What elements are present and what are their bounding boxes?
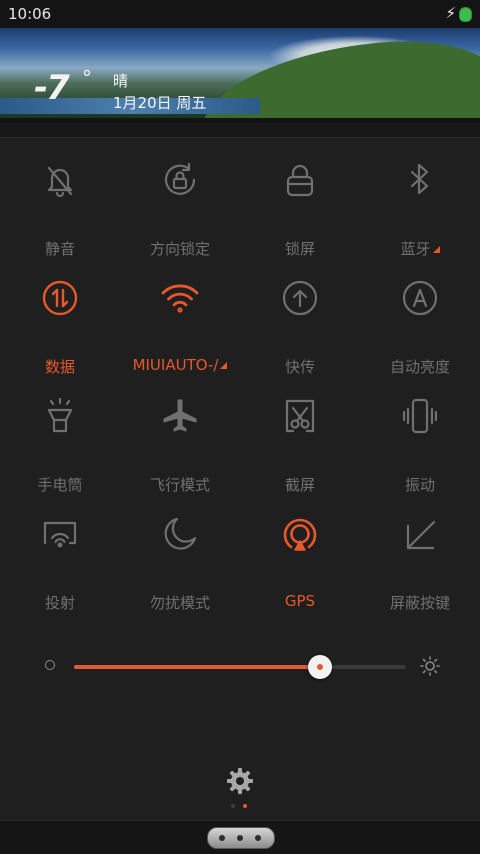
block-keys-icon xyxy=(400,514,440,554)
toggle-label: 静音 xyxy=(44,240,75,258)
toggle-do-not-disturb[interactable]: 勿扰模式 xyxy=(120,514,240,632)
toggle-block-keys[interactable]: 屏蔽按键 xyxy=(360,514,480,632)
toggle-label: 快传 xyxy=(284,358,315,376)
wifi-icon xyxy=(160,278,200,318)
toggle-label: GPS xyxy=(284,592,316,610)
toggle-label: 蓝牙 xyxy=(360,238,480,259)
toggle-screenshot[interactable]: 截屏 xyxy=(240,396,360,514)
handle-dot xyxy=(219,835,225,841)
toggle-label: 振动 xyxy=(404,476,435,494)
lock-icon xyxy=(280,160,320,200)
toggle-label: 数据 xyxy=(44,358,75,376)
drag-handle[interactable] xyxy=(207,827,275,849)
toggle-label: 屏蔽按键 xyxy=(389,594,450,612)
airplane-icon xyxy=(160,396,200,436)
toggle-quick-transfer[interactable]: 快传 xyxy=(240,278,360,396)
vibrate-icon xyxy=(400,396,440,436)
toggle-flashlight[interactable]: 手电筒 xyxy=(0,396,120,514)
weather-banner[interactable]: -7 ° 晴 1月20日 周五 xyxy=(0,28,480,123)
weather-condition: 晴 xyxy=(113,72,129,90)
toggle-gps[interactable]: GPS xyxy=(240,514,360,632)
gear-icon[interactable] xyxy=(226,767,254,795)
toggle-label: 勿扰模式 xyxy=(149,594,210,612)
gps-icon xyxy=(280,514,320,554)
banner-divider xyxy=(0,123,480,138)
toggle-mobile-data[interactable]: 数据 xyxy=(0,278,120,396)
moon-icon xyxy=(160,514,200,554)
toggle-airplane-mode[interactable]: 飞行模式 xyxy=(120,396,240,514)
toggle-cast[interactable]: 投射 xyxy=(0,514,120,632)
toggle-label: 手电筒 xyxy=(37,476,83,494)
toggle-silent[interactable]: 静音 xyxy=(0,160,120,278)
page-dot xyxy=(231,804,235,808)
more-indicator xyxy=(432,246,440,253)
status-time: 10:06 xyxy=(8,5,52,23)
bell-off-icon xyxy=(40,160,80,200)
bolt-icon: ⚡ xyxy=(445,4,456,22)
toggle-label: 截屏 xyxy=(284,476,315,494)
brightness-handle[interactable] xyxy=(307,655,332,679)
quick-transfer-icon xyxy=(280,278,320,318)
toggle-vibrate[interactable]: 振动 xyxy=(360,396,480,514)
toggle-rotation-lock[interactable]: 方向锁定 xyxy=(120,160,240,278)
auto-brightness-icon xyxy=(400,278,440,318)
toggle-wifi[interactable]: MIUIAUTO-/ xyxy=(120,278,240,396)
date-label: 1月20日 周五 xyxy=(113,94,207,112)
toggle-lock-screen[interactable]: 锁屏 xyxy=(240,160,360,278)
brightness-slider[interactable] xyxy=(0,646,480,686)
toggle-label: 自动亮度 xyxy=(389,358,450,376)
degree-symbol: ° xyxy=(82,66,92,90)
more-indicator xyxy=(220,362,228,369)
handle-dot xyxy=(237,835,243,841)
rotation-lock-icon xyxy=(160,160,200,200)
toggle-label: 锁屏 xyxy=(284,240,315,258)
brightness-low-icon xyxy=(45,660,55,670)
mobile-data-icon xyxy=(40,278,80,318)
flashlight-icon xyxy=(40,396,80,436)
cast-icon xyxy=(40,514,80,554)
toggle-label: 投射 xyxy=(44,594,75,612)
bluetooth-icon xyxy=(400,160,440,200)
toggle-label: 飞行模式 xyxy=(149,476,210,494)
handle-dot xyxy=(255,835,261,841)
brightness-fill xyxy=(74,665,320,669)
battery-icon xyxy=(459,7,472,22)
toggle-auto-brightness[interactable]: 自动亮度 xyxy=(360,278,480,396)
page-dot-active xyxy=(243,804,247,808)
toggle-bluetooth[interactable]: 蓝牙 xyxy=(360,160,480,278)
brightness-high-icon xyxy=(420,656,440,676)
toggle-label: 方向锁定 xyxy=(149,240,210,258)
bottom-bar xyxy=(0,820,480,854)
screenshot-icon xyxy=(280,396,320,436)
toggle-label: MIUIAUTO-/ xyxy=(120,356,240,374)
status-bar: 10:06 ⚡ xyxy=(0,0,480,28)
temperature: -7 xyxy=(34,68,70,108)
page-indicator xyxy=(229,804,253,810)
